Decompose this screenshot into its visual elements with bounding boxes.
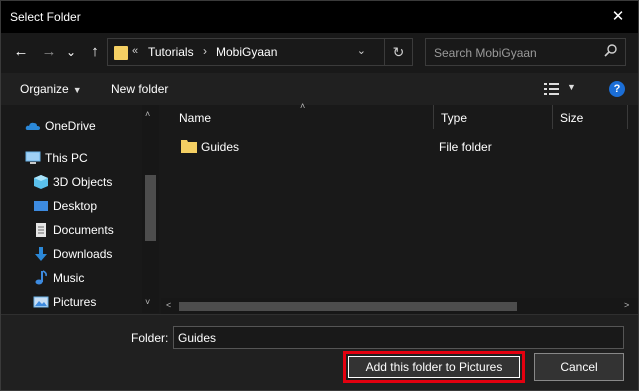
recent-locations-icon[interactable]: ⌄	[64, 41, 78, 63]
row-name: Guides	[201, 140, 240, 154]
nav-item-label: This PC	[45, 151, 88, 165]
scroll-down-icon[interactable]: ˅	[145, 297, 150, 307]
organize-button[interactable]: Organize ▼	[20, 82, 82, 96]
nav-item-label: Music	[53, 271, 85, 285]
nav-pane-scrollbar[interactable]: ˄ ˅	[142, 105, 159, 313]
sort-ascending-icon: ˄	[300, 101, 306, 111]
cloud-icon	[25, 122, 40, 130]
select-folder-dialog: Select Folder ✕ ← → ⌄ ↑ « Tutorials › Mo…	[0, 0, 639, 391]
search-placeholder: Search MobiGyaan	[434, 46, 537, 60]
folder-icon	[181, 140, 197, 153]
desktop-icon	[34, 201, 48, 211]
column-name[interactable]: Name	[179, 111, 211, 125]
nav-item-label: Desktop	[53, 199, 98, 213]
search-box[interactable]: Search MobiGyaan	[425, 38, 626, 66]
breadcrumb-tutorials[interactable]: Tutorials	[148, 45, 194, 59]
file-list-scrollbar[interactable]: < >	[161, 298, 638, 314]
add-folder-button[interactable]: Add this folder to Pictures	[343, 351, 525, 383]
column-type[interactable]: Type	[441, 111, 467, 125]
table-row[interactable]: Guides File folder	[177, 137, 617, 157]
cube-icon	[34, 175, 48, 189]
organize-label: Organize	[20, 82, 69, 96]
column-size[interactable]: Size	[560, 111, 583, 125]
column-divider[interactable]	[433, 105, 434, 129]
scroll-right-icon[interactable]: >	[624, 300, 629, 310]
title-bar: Select Folder ✕	[1, 1, 638, 33]
nav-item-label: OneDrive	[45, 119, 96, 133]
refresh-icon[interactable]: ↻	[384, 39, 412, 65]
breadcrumb-separator[interactable]: ›	[203, 44, 207, 58]
navigation-pane: OneDrive This PC 3D Objects Desktop Docu…	[1, 105, 161, 313]
command-toolbar: Organize ▼ New folder ▼ ?	[1, 73, 638, 105]
scrollbar-thumb[interactable]	[145, 175, 156, 241]
window-title: Select Folder	[10, 10, 81, 24]
cancel-button[interactable]: Cancel	[534, 353, 624, 381]
overflow-chevron-icon[interactable]: «	[132, 45, 138, 57]
address-dropdown-icon[interactable]: ⌄	[357, 44, 366, 57]
music-icon	[35, 270, 47, 285]
download-icon	[35, 247, 47, 261]
folder-name-input[interactable]	[173, 326, 624, 349]
back-arrow-icon[interactable]: ←	[11, 41, 31, 63]
pictures-icon	[33, 296, 49, 308]
search-icon[interactable]	[603, 43, 619, 59]
file-list: ˄ Name Type Size Guides File folder	[161, 101, 638, 313]
folder-label: Folder:	[131, 331, 169, 345]
add-folder-button-label: Add this folder to Pictures	[348, 356, 520, 378]
dialog-footer: Folder: Add this folder to Pictures Canc…	[1, 314, 638, 390]
address-bar[interactable]: « Tutorials › MobiGyaan ⌄ ↻	[107, 38, 413, 66]
column-divider[interactable]	[552, 105, 553, 129]
scrollbar-thumb[interactable]	[179, 302, 517, 311]
folder-icon	[114, 46, 128, 60]
column-header: ˄ Name Type Size	[161, 101, 638, 131]
view-options-icon[interactable]	[544, 82, 560, 96]
close-icon[interactable]: ✕	[598, 1, 638, 33]
row-type: File folder	[439, 140, 492, 154]
view-dropdown-icon[interactable]: ▼	[567, 82, 576, 92]
nav-item-label: Documents	[53, 223, 114, 237]
breadcrumb-mobigyaan[interactable]: MobiGyaan	[216, 45, 277, 59]
computer-icon	[25, 151, 41, 164]
forward-arrow-icon[interactable]: →	[39, 41, 59, 63]
scroll-left-icon[interactable]: <	[166, 300, 171, 310]
new-folder-button[interactable]: New folder	[111, 82, 168, 96]
chevron-down-icon: ▼	[72, 85, 82, 95]
nav-item-label: Pictures	[53, 295, 97, 309]
nav-item-label: Downloads	[53, 247, 113, 261]
column-divider[interactable]	[627, 105, 628, 129]
help-icon[interactable]: ?	[609, 81, 625, 97]
navigation-bar: ← → ⌄ ↑ « Tutorials › MobiGyaan ⌄ ↻ Sear…	[1, 33, 638, 73]
scroll-up-icon[interactable]: ˄	[145, 109, 150, 119]
up-arrow-icon[interactable]: ↑	[85, 41, 105, 63]
document-icon	[36, 223, 46, 237]
nav-item-label: 3D Objects	[53, 175, 113, 189]
